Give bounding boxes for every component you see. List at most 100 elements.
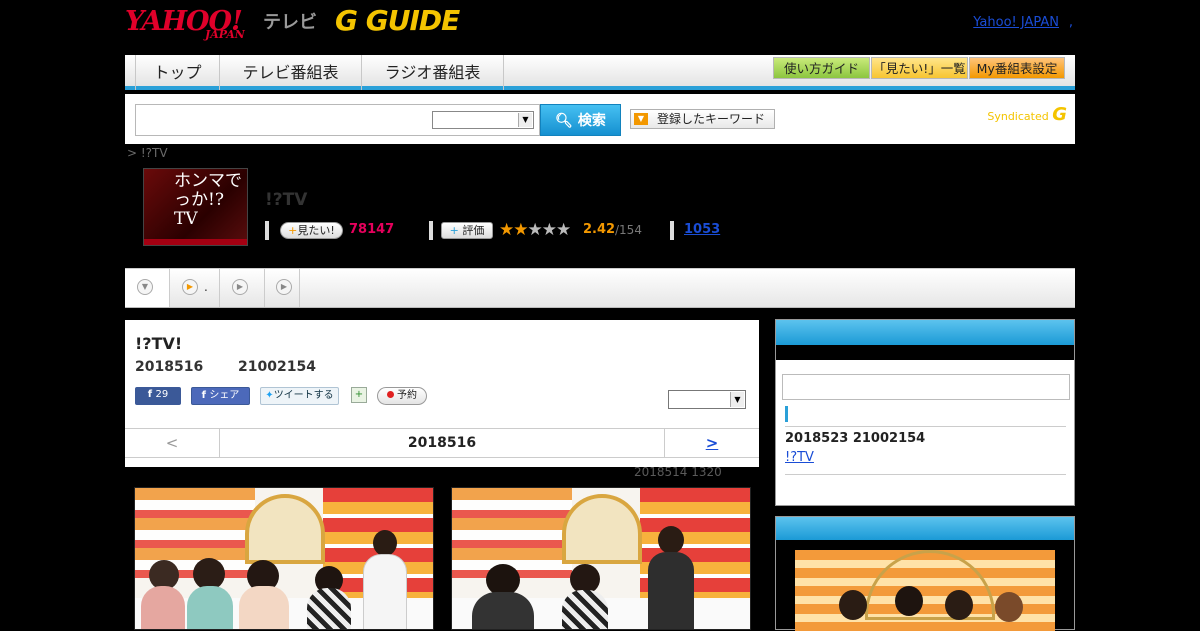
episode-photo-2[interactable] (451, 487, 751, 630)
episode-time: 21002154 (238, 359, 316, 375)
rating-stars: ★★★★★ (499, 220, 571, 240)
search-category-select[interactable]: ▼ (432, 111, 534, 129)
want-list-button[interactable]: 「見たい!」一覧 (871, 57, 968, 79)
yahoo-japan-link[interactable]: Yahoo! JAPAN (973, 15, 1059, 30)
episode-pager: < 2018516 > (125, 428, 759, 458)
related-photo-panel (775, 516, 1075, 631)
twitter-icon: ✦ (265, 390, 274, 401)
photo-person (239, 586, 289, 629)
divider (670, 221, 674, 240)
tweet-button[interactable]: ✦ツイートする (260, 387, 339, 405)
tweet-label: ツイートする (273, 390, 334, 401)
next-broadcast-date: 2018523 21002154 (785, 431, 926, 446)
episode-title: !?TV! (135, 334, 183, 353)
star-icon: ★ (513, 220, 528, 240)
search-button[interactable]: 🔍︎ 検索 (540, 104, 621, 136)
want-button[interactable]: +見たい! (280, 222, 343, 239)
yahoo-japan-link-trail: , (1068, 15, 1073, 30)
star-icon: ★ (556, 220, 571, 240)
facebook-icon: f (147, 389, 156, 400)
tv-logo-text[interactable]: テレビ (263, 8, 317, 34)
photo-set-arch (865, 550, 995, 620)
pager-current-date: 2018516 (407, 435, 477, 451)
nav-tab-tv-schedule[interactable]: テレビ番組表 (220, 55, 362, 90)
gguide-logo[interactable]: G GUIDE (335, 4, 460, 37)
pager-prev-button[interactable]: < (125, 429, 220, 458)
pager-next-button[interactable]: > (664, 429, 759, 458)
photo-person (187, 586, 233, 629)
subtab-1[interactable]: ▶. (170, 269, 220, 307)
review-count-link[interactable]: 1053 (684, 222, 720, 237)
updated-timestamp: 2018514 1320 (634, 465, 722, 479)
divider (429, 221, 433, 240)
breadcrumb: > !?TV (127, 146, 168, 160)
photo-person (895, 586, 923, 616)
play-icon: ▶ (276, 279, 292, 295)
program-thumbnail-text: ホンマでっか!?TV (174, 171, 242, 229)
photo-backdrop (452, 488, 572, 578)
panel-subheader (776, 345, 1074, 360)
episode-date: 2018516 (135, 359, 204, 375)
subtab-0[interactable]: ▼ (125, 269, 170, 307)
facebook-like-count[interactable]: f 29 (135, 387, 181, 405)
star-icon: ★ (499, 220, 514, 240)
photo-person (373, 530, 397, 556)
want-count: 78147 (349, 222, 395, 237)
nav-tab-top[interactable]: トップ (135, 55, 220, 90)
episode-photo-1[interactable] (134, 487, 434, 630)
photo-person (658, 526, 684, 554)
program-subtabs: ▼ ▶. ▶ ▶ (125, 268, 1075, 308)
photo-person (839, 590, 867, 620)
panel-header (776, 517, 1074, 540)
rating-total: /154 (615, 223, 642, 237)
yahoo-japan-logo-text: JAPAN (205, 28, 245, 41)
reserve-button[interactable]: 予約 (377, 387, 427, 405)
play-icon: ▶ (232, 279, 248, 295)
search-button-label: 検索 (577, 113, 606, 129)
related-photo[interactable] (795, 550, 1055, 631)
facebook-count-value: 29 (155, 389, 169, 400)
guide-button[interactable]: 使い方ガイド (773, 57, 870, 79)
next-broadcast-link[interactable]: !?TV (785, 450, 814, 465)
facebook-share-button[interactable]: f シェア (191, 387, 250, 405)
rate-button[interactable]: + 評価 (441, 222, 493, 239)
program-title: !?TV (265, 190, 308, 210)
photo-person (472, 592, 534, 629)
syndicated-logo: Syndicated G (987, 104, 1067, 125)
section-marker (785, 406, 788, 422)
rating-value: 2.42 (583, 222, 616, 237)
chevron-down-icon: ▼ (634, 113, 648, 125)
play-icon: ▶ (182, 279, 198, 295)
plus-icon: + (288, 224, 298, 237)
photo-person (562, 590, 608, 629)
panel-input[interactable] (782, 374, 1070, 400)
divider (785, 474, 1066, 475)
episode-select[interactable]: ▼ (668, 390, 746, 409)
saved-keywords-button[interactable]: ▼ 登録したキーワード (630, 109, 775, 129)
star-icon: ★ (527, 220, 543, 240)
subtab-2[interactable]: ▶ (220, 269, 265, 307)
photo-person (945, 590, 973, 620)
program-thumbnail[interactable]: ホンマでっか!?TV (143, 168, 248, 246)
plus-icon: + (449, 224, 463, 237)
photo-set-arch (562, 494, 642, 564)
want-label: 見たい! (297, 224, 335, 237)
nav-tab-radio-schedule[interactable]: ラジオ番組表 (362, 55, 504, 90)
photo-person (648, 552, 694, 629)
subtab-1-label: . (204, 280, 208, 294)
photo-set-arch (245, 494, 325, 564)
thumbnail-bar (144, 239, 247, 245)
rate-label: 評価 (462, 224, 485, 237)
next-broadcast-panel: 2018523 21002154 !?TV (775, 319, 1075, 506)
search-icon: 🔍︎ (555, 113, 578, 129)
add-calendar-icon[interactable]: + (351, 387, 367, 403)
main-nav: トップ テレビ番組表 ラジオ番組表 使い方ガイド 「見たい!」一覧 My番組表設… (125, 55, 1075, 90)
my-schedule-settings-button[interactable]: My番組表設定 (969, 57, 1065, 79)
divider (785, 426, 1066, 427)
panel-header (776, 320, 1074, 345)
saved-keywords-label: 登録したキーワード (657, 112, 766, 126)
gguide-small-logo: G (1052, 104, 1067, 125)
divider (265, 221, 269, 240)
subtab-3[interactable]: ▶ (265, 269, 300, 307)
episode-panel: !?TV! 2018516 21002154 f 29 f シェア ✦ツイートす… (125, 320, 759, 467)
